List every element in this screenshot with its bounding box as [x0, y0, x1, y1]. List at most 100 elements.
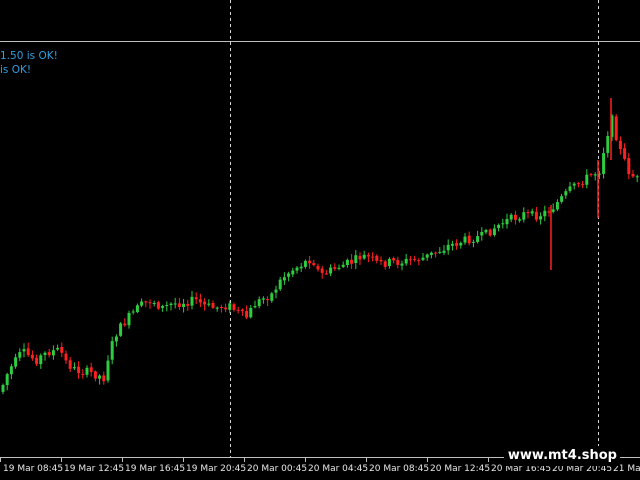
candle	[434, 251, 438, 258]
candle-body	[131, 311, 135, 313]
candle	[240, 308, 244, 316]
candle-body	[165, 305, 169, 306]
candle-body	[177, 303, 181, 307]
candle	[446, 239, 450, 255]
candle	[274, 285, 278, 299]
candle	[144, 300, 148, 308]
price-chart[interactable]: 19 Mar 08:45 19 Mar 12:45 19 Mar 16:45 19 M…	[0, 0, 640, 480]
candle-body	[253, 306, 257, 308]
candle	[526, 209, 530, 219]
candle	[551, 203, 555, 214]
candle-body	[110, 341, 114, 360]
candle-body	[26, 348, 30, 355]
candle	[455, 239, 459, 250]
candle-body	[371, 256, 375, 258]
candle-body	[547, 211, 551, 213]
candlestick-series	[1, 98, 639, 395]
candle-body	[509, 214, 513, 220]
candle	[602, 147, 606, 179]
candle	[497, 223, 501, 232]
time-axis-label: 20 Mar 12:45	[430, 464, 490, 474]
candle-body	[89, 367, 93, 372]
candle	[522, 207, 526, 223]
candle-body	[413, 258, 417, 260]
candle	[219, 304, 223, 313]
candle	[303, 259, 307, 269]
candle	[299, 263, 303, 272]
candle-body	[434, 252, 438, 254]
candle	[282, 272, 286, 285]
candle	[606, 131, 610, 158]
candle-body	[560, 196, 564, 202]
chart-window[interactable]: 19 Mar 08:45 19 Mar 12:45 19 Mar 16:45 19 M…	[0, 0, 640, 480]
candle	[245, 305, 249, 320]
status-message-1: 1.50 is OK!	[0, 50, 58, 62]
candle-body	[442, 250, 446, 253]
candle	[324, 269, 328, 275]
candle-body	[362, 254, 366, 259]
candle	[581, 181, 585, 188]
candle	[429, 251, 433, 259]
candle	[350, 254, 354, 269]
candle-body	[236, 309, 240, 311]
candle	[110, 336, 114, 365]
candle-body	[240, 309, 244, 312]
candle-body	[446, 244, 450, 251]
candle	[366, 252, 370, 263]
candle-body	[606, 136, 610, 153]
candle	[270, 291, 274, 303]
candle	[564, 188, 568, 199]
candle-body	[337, 267, 341, 269]
candle	[249, 305, 253, 319]
candle-body	[417, 260, 421, 262]
candle	[123, 318, 127, 327]
candle	[509, 213, 513, 223]
candle-body	[211, 303, 215, 308]
candle-body	[312, 263, 316, 266]
candle-body	[98, 375, 102, 379]
candle	[404, 254, 408, 266]
time-axis-label: 19 Mar 08:45	[3, 464, 63, 474]
candle-body	[173, 303, 177, 305]
candle	[106, 355, 110, 383]
candle-body	[257, 299, 261, 307]
candle	[480, 227, 484, 241]
candle	[534, 207, 538, 222]
candle	[14, 353, 18, 369]
candle-body	[47, 352, 51, 356]
candle-body	[106, 360, 110, 381]
candle	[623, 143, 627, 161]
candle-body	[156, 302, 160, 309]
candle-body	[400, 263, 404, 266]
candle-body	[354, 255, 358, 263]
candle-body	[396, 260, 400, 265]
candle-body	[350, 259, 354, 264]
candle-body	[576, 183, 580, 185]
candle-body	[518, 219, 522, 221]
candle	[442, 245, 446, 255]
candle	[43, 351, 47, 361]
candle-body	[169, 303, 173, 305]
candle	[316, 263, 320, 272]
candle	[22, 343, 26, 358]
candle-body	[249, 308, 253, 318]
candle-body	[526, 212, 530, 213]
candle-body	[194, 297, 198, 300]
candle	[539, 212, 543, 225]
candle	[85, 365, 89, 378]
candle-body	[539, 216, 543, 220]
candle-body	[114, 336, 118, 342]
candle	[102, 371, 106, 385]
time-axis-label: 19 Mar 16:45	[125, 464, 185, 474]
candle	[1, 383, 5, 395]
candle	[186, 299, 190, 311]
candle	[362, 250, 366, 260]
candle	[64, 350, 68, 364]
watermark-text: www.mt4.shop	[503, 446, 620, 466]
candle-body	[140, 301, 144, 306]
candle-body	[287, 273, 291, 277]
candle-body	[282, 277, 286, 281]
candle-body	[295, 267, 299, 271]
status-message-2: is OK!	[0, 64, 32, 76]
candle-body	[387, 258, 391, 266]
